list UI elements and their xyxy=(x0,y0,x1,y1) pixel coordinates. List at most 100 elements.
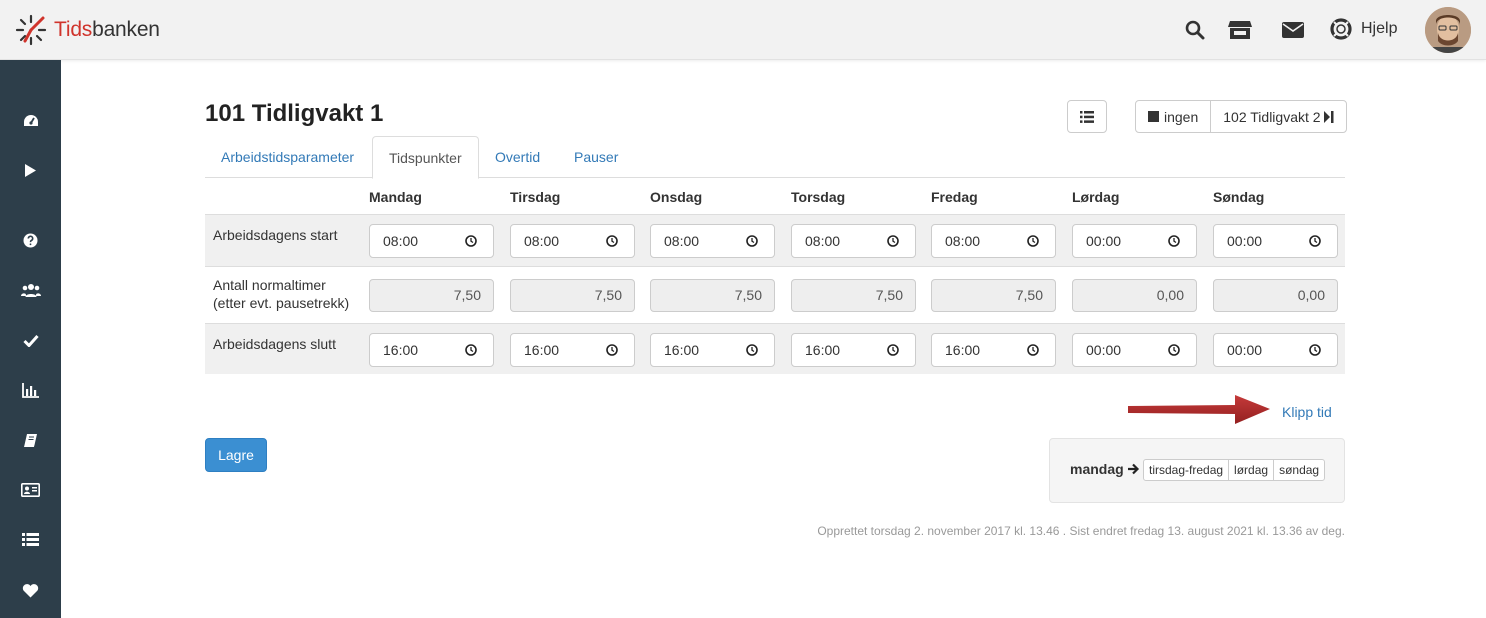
time-value: 16:00 xyxy=(805,342,841,358)
day-header: Torsdag xyxy=(791,189,846,205)
start-time-input[interactable]: 00:00 xyxy=(1072,224,1197,258)
row-label-line: (etter evt. pausetrekk) xyxy=(213,295,350,311)
arrow-right-icon xyxy=(1127,463,1139,475)
tab-pauser[interactable]: Pauser xyxy=(558,136,634,178)
mail-icon[interactable] xyxy=(1281,18,1305,42)
day-header: Onsdag xyxy=(650,189,703,205)
bar-chart-icon[interactable] xyxy=(0,370,61,410)
help-link[interactable]: Hjelp xyxy=(1330,18,1397,40)
time-value: 08:00 xyxy=(524,233,560,249)
copy-to-sunday-button[interactable]: søndag xyxy=(1274,460,1324,480)
search-icon[interactable] xyxy=(1183,18,1207,42)
sidebar xyxy=(0,60,61,618)
time-value: 16:00 xyxy=(383,342,419,358)
time-value: 00:00 xyxy=(1086,233,1122,249)
tab-overtid[interactable]: Overtid xyxy=(479,136,556,178)
id-card-icon[interactable] xyxy=(0,470,61,510)
logo-text-dark: banken xyxy=(92,18,160,41)
end-time-input[interactable]: 16:00 xyxy=(791,333,916,367)
logo-text-red: Tids xyxy=(54,18,93,41)
table-header-row: Mandag Tirsdag Onsdag Torsdag Fredag Lør… xyxy=(205,178,1345,214)
time-value: 16:00 xyxy=(945,342,981,358)
logo[interactable]: Tidsbanken xyxy=(14,13,160,47)
start-time-input[interactable]: 08:00 xyxy=(510,224,635,258)
time-value: 08:00 xyxy=(805,233,841,249)
start-time-input[interactable]: 08:00 xyxy=(369,224,494,258)
end-time-input[interactable]: 16:00 xyxy=(369,333,494,367)
previous-record-button[interactable]: ingen xyxy=(1136,101,1212,132)
table-row-end: Arbeidsdagens slutt 16:00 16:00 16:00 16… xyxy=(205,323,1345,374)
clock-icon xyxy=(606,344,618,356)
normal-hours-value: 0,00 xyxy=(1213,279,1338,312)
time-value: 08:00 xyxy=(664,233,700,249)
normal-hours-value: 7,50 xyxy=(650,279,775,312)
copy-to-weekdays-button[interactable]: tirsdag-fredag xyxy=(1144,460,1230,480)
end-time-input[interactable]: 16:00 xyxy=(931,333,1056,367)
tab-bar: Arbeidstidsparameter Tidspunkter Overtid… xyxy=(205,136,1345,179)
users-icon[interactable] xyxy=(0,270,61,310)
end-time-input[interactable]: 00:00 xyxy=(1213,333,1338,367)
row-label: Antall normaltimer (etter evt. pausetrekk… xyxy=(213,276,349,312)
day-header: Fredag xyxy=(931,189,978,205)
copy-to-saturday-button[interactable]: lørdag xyxy=(1229,460,1275,480)
row-label: Arbeidsdagens slutt xyxy=(213,336,336,352)
table-row-hours: Antall normaltimer (etter evt. pausetrekk… xyxy=(205,266,1345,323)
start-time-input[interactable]: 00:00 xyxy=(1213,224,1338,258)
logo-text: Tidsbanken xyxy=(54,18,160,42)
normal-hours-value: 0,00 xyxy=(1072,279,1197,312)
next-record-button[interactable]: 102 Tidligvakt 2 xyxy=(1211,101,1345,132)
time-value: 00:00 xyxy=(1227,342,1263,358)
start-time-input[interactable]: 08:00 xyxy=(650,224,775,258)
start-time-input[interactable]: 08:00 xyxy=(791,224,916,258)
question-icon[interactable] xyxy=(0,220,61,260)
row-label: Arbeidsdagens start xyxy=(213,227,338,243)
clock-icon xyxy=(1168,235,1180,247)
lifebuoy-icon xyxy=(1330,18,1352,40)
next-record-label: 102 Tidligvakt 2 xyxy=(1223,108,1321,125)
copy-target-group: tirsdag-fredag lørdag søndag xyxy=(1143,459,1326,481)
copy-source: mandag xyxy=(1070,461,1140,477)
normal-hours-value: 7,50 xyxy=(931,279,1056,312)
check-icon[interactable] xyxy=(0,320,61,360)
time-value: 00:00 xyxy=(1227,233,1263,249)
store-icon[interactable] xyxy=(1228,18,1252,42)
save-button[interactable]: Lagre xyxy=(205,438,267,472)
book-icon[interactable] xyxy=(0,420,61,460)
heart-icon[interactable] xyxy=(0,570,61,610)
clock-icon xyxy=(1168,344,1180,356)
clock-icon xyxy=(1027,235,1039,247)
normal-hours-value: 7,50 xyxy=(510,279,635,312)
clock-icon xyxy=(746,344,758,356)
step-forward-icon xyxy=(1323,110,1334,123)
dashboard-icon[interactable] xyxy=(0,101,61,141)
time-value: 16:00 xyxy=(664,342,700,358)
previous-record-label: ingen xyxy=(1164,108,1199,125)
play-icon[interactable] xyxy=(0,150,61,190)
record-navigation: ingen 102 Tidligvakt 2 xyxy=(1135,100,1347,133)
day-header: Mandag xyxy=(369,189,422,205)
tab-arbeidstidsparameter[interactable]: Arbeidstidsparameter xyxy=(205,136,370,178)
audit-text: Opprettet torsdag 2. november 2017 kl. 1… xyxy=(817,524,1345,538)
tab-tidspunkter[interactable]: Tidspunkter xyxy=(372,136,479,179)
stop-icon xyxy=(1148,111,1159,122)
help-label: Hjelp xyxy=(1361,20,1398,37)
annotation-arrow-icon xyxy=(1128,395,1270,424)
row-label-line: Antall normaltimer xyxy=(213,277,326,293)
list-icon[interactable] xyxy=(0,519,61,559)
list-view-button[interactable] xyxy=(1067,100,1107,133)
avatar[interactable] xyxy=(1425,7,1471,53)
time-value: 08:00 xyxy=(383,233,419,249)
start-time-input[interactable]: 08:00 xyxy=(931,224,1056,258)
clock-icon xyxy=(606,235,618,247)
end-time-input[interactable]: 16:00 xyxy=(510,333,635,367)
top-bar: Tidsbanken Hjelp xyxy=(0,0,1486,60)
klipp-tid-link[interactable]: Klipp tid xyxy=(1282,404,1332,420)
clock-icon xyxy=(1027,344,1039,356)
end-time-input[interactable]: 00:00 xyxy=(1072,333,1197,367)
clock-icon xyxy=(1309,235,1321,247)
clock-icon xyxy=(887,235,899,247)
clock-icon xyxy=(746,235,758,247)
time-value: 16:00 xyxy=(524,342,560,358)
end-time-input[interactable]: 16:00 xyxy=(650,333,775,367)
clock-icon xyxy=(1309,344,1321,356)
